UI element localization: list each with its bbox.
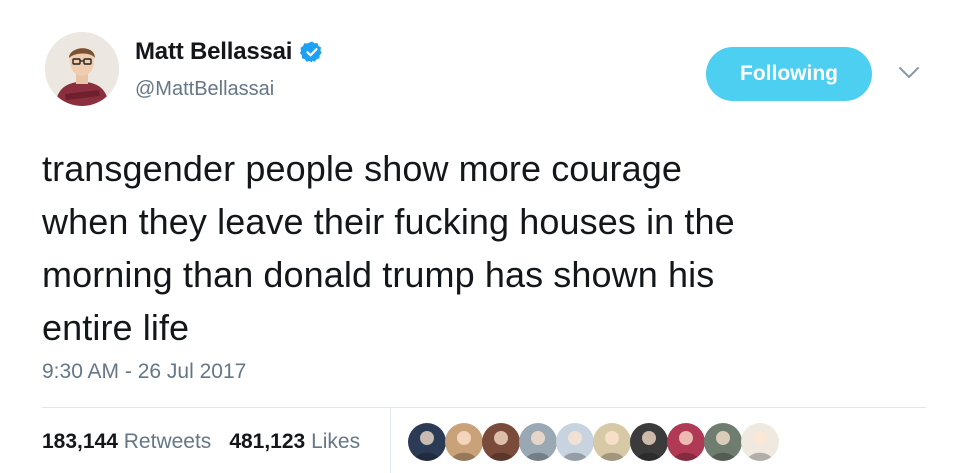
tweet-line: transgender people show more courage	[42, 148, 682, 189]
author-handle[interactable]: @MattBellassai	[135, 78, 274, 101]
liker-avatar-2[interactable]	[445, 423, 483, 461]
tweet-stats: 183,144 Retweets 481,123 Likes	[42, 430, 360, 454]
stats-separator	[390, 408, 391, 473]
tweet-text: transgender people show more courage whe…	[42, 142, 942, 354]
tweet-line: when they leave their fucking houses in …	[42, 201, 735, 242]
liker-avatar-4[interactable]	[519, 423, 557, 461]
tweet-line: entire life	[42, 307, 190, 348]
liker-avatar-6[interactable]	[593, 423, 631, 461]
retweets-stat[interactable]: 183,144 Retweets	[42, 430, 211, 453]
retweets-count: 183,144	[42, 430, 118, 453]
verified-badge-icon	[300, 41, 322, 63]
liker-avatar-7[interactable]	[630, 423, 668, 461]
tweet-line: morning than donald trump has shown his	[42, 254, 715, 295]
liker-avatar-3[interactable]	[482, 423, 520, 461]
following-button[interactable]: Following	[706, 47, 872, 101]
liker-avatar-10[interactable]	[741, 423, 779, 461]
liker-avatar-8[interactable]	[667, 423, 705, 461]
likes-count: 481,123	[229, 430, 306, 453]
author-name-row[interactable]: Matt Bellassai	[135, 38, 324, 66]
liker-avatar-1[interactable]	[408, 423, 446, 461]
liker-avatar-9[interactable]	[704, 423, 742, 461]
chevron-down-icon[interactable]	[898, 66, 920, 80]
likes-stat[interactable]: 481,123 Likes	[229, 430, 360, 453]
profile-photo	[45, 32, 119, 106]
author-name[interactable]: Matt Bellassai	[135, 38, 292, 66]
liker-avatar-5[interactable]	[556, 423, 594, 461]
author-avatar[interactable]	[45, 32, 119, 106]
likes-label: Likes	[311, 430, 361, 453]
tweet-timestamp[interactable]: 9:30 AM - 26 Jul 2017	[42, 360, 246, 384]
divider	[42, 407, 926, 408]
retweets-label: Retweets	[123, 430, 212, 453]
